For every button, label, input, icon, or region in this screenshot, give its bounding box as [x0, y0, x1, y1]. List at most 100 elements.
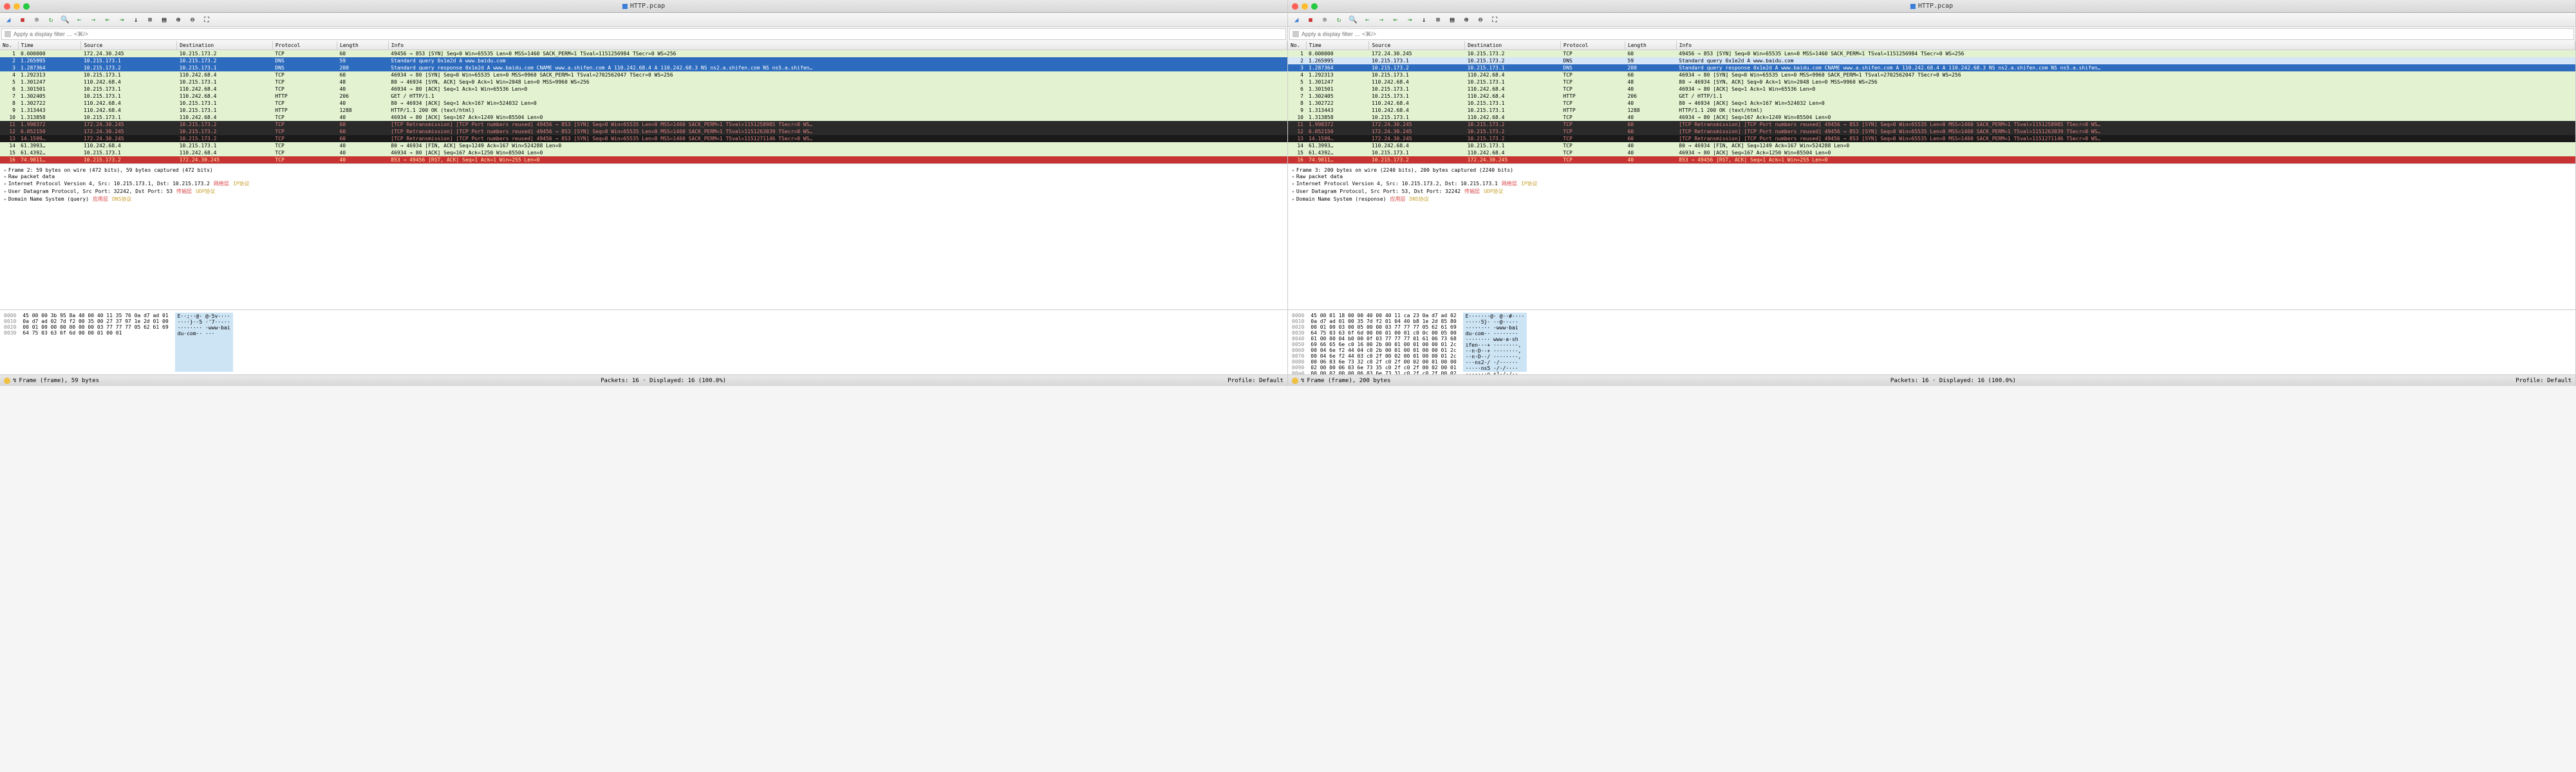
packet-row[interactable]: 81.302722110.242.68.410.215.173.1TCP4080…: [0, 100, 1287, 107]
zoom-in-icon[interactable]: ⊕: [1462, 15, 1471, 24]
packet-row[interactable]: 126.052150172.24.30.24510.215.173.2TCP60…: [0, 128, 1287, 135]
packet-row[interactable]: 101.31385810.215.173.1110.242.68.4TCP404…: [0, 114, 1287, 121]
bookmark-icon[interactable]: [5, 31, 11, 37]
packet-row[interactable]: 111.998372172.24.30.24510.215.173.2TCP60…: [0, 121, 1287, 128]
square-icon[interactable]: ◼: [18, 15, 27, 24]
packet-row[interactable]: 126.052150172.24.30.24510.215.173.2TCP60…: [1288, 128, 2575, 135]
arrow-left-icon[interactable]: ←: [1363, 15, 1372, 24]
expand-icon[interactable]: ▸: [1292, 174, 1295, 179]
minimize-icon[interactable]: [1302, 3, 1308, 10]
packet-row[interactable]: 1674.9811…10.215.173.2172.24.30.245TCP40…: [1288, 156, 2575, 163]
packet-row[interactable]: 81.302722110.242.68.410.215.173.1TCP4080…: [1288, 100, 2575, 107]
packet-row[interactable]: 91.313443110.242.68.410.215.173.1HTTP128…: [0, 107, 1287, 114]
detail-row[interactable]: ▸Raw packet data: [4, 174, 1283, 179]
hex-view[interactable]: 000000100020003045 00 00 3b 95 8a 40 00 …: [0, 310, 1287, 374]
fin-icon[interactable]: ◢: [4, 15, 13, 24]
zoom-fit-icon[interactable]: ⛶: [202, 15, 211, 24]
jump-right-icon[interactable]: ⇥: [117, 15, 126, 24]
detail-row[interactable]: ▸Frame 2: 59 bytes on wire (472 bits), 5…: [4, 167, 1283, 173]
packet-row[interactable]: 71.30240510.215.173.1110.242.68.4HTTP206…: [1288, 93, 2575, 100]
hex-view[interactable]: 0000001000200030004000500060007000800090…: [1288, 310, 2575, 374]
packet-list[interactable]: No.TimeSourceDestinationProtocolLengthIn…: [1288, 41, 2575, 164]
arrow-right-icon[interactable]: →: [89, 15, 98, 24]
search-icon[interactable]: 🔍: [61, 15, 70, 24]
zoom-out-icon[interactable]: ⊖: [188, 15, 197, 24]
zoom-in-icon[interactable]: ⊕: [174, 15, 183, 24]
column-header[interactable]: No.: [0, 41, 18, 50]
packet-row[interactable]: 1674.9811…10.215.173.2172.24.30.245TCP40…: [0, 156, 1287, 163]
zoom-out-icon[interactable]: ⊖: [1476, 15, 1485, 24]
column-header[interactable]: Length: [1625, 41, 1676, 50]
zoom-fit-icon[interactable]: ⛶: [1490, 15, 1499, 24]
expand-icon[interactable]: ▸: [1292, 167, 1295, 173]
packet-list[interactable]: No.TimeSourceDestinationProtocolLengthIn…: [0, 41, 1287, 164]
reload-icon[interactable]: ↻: [1334, 15, 1343, 24]
detail-row[interactable]: ▸User Datagram Protocol, Src Port: 32242…: [4, 188, 1283, 195]
bars2-icon[interactable]: ▤: [1448, 15, 1457, 24]
detail-row[interactable]: ▸Domain Name System (response)应用层DNS协议: [1292, 196, 2571, 203]
column-header[interactable]: Source: [81, 41, 177, 50]
packet-row[interactable]: 51.301247110.242.68.410.215.173.1TCP4880…: [0, 78, 1287, 86]
packet-row[interactable]: 101.31385810.215.173.1110.242.68.4TCP404…: [1288, 114, 2575, 121]
packet-row[interactable]: 1561.4392…10.215.173.1110.242.68.4TCP404…: [0, 149, 1287, 156]
column-header[interactable]: Info: [1676, 41, 2575, 50]
column-header[interactable]: Time: [1306, 41, 1369, 50]
packet-row[interactable]: 10.000000172.24.30.24510.215.173.2TCP604…: [1288, 50, 2575, 58]
column-header[interactable]: No.: [1288, 41, 1306, 50]
packet-details[interactable]: ▸Frame 2: 59 bytes on wire (472 bits), 5…: [0, 164, 1287, 310]
filter-input[interactable]: [1302, 31, 2571, 37]
jump-left-icon[interactable]: ⇤: [1391, 15, 1400, 24]
packet-row[interactable]: 71.30240510.215.173.1110.242.68.4HTTP206…: [0, 93, 1287, 100]
minimize-icon[interactable]: [14, 3, 20, 10]
packet-row[interactable]: 111.998372172.24.30.24510.215.173.2TCP60…: [1288, 121, 2575, 128]
xcircle-icon[interactable]: ⊗: [1320, 15, 1329, 24]
packet-row[interactable]: 1561.4392…10.215.173.1110.242.68.4TCP404…: [1288, 149, 2575, 156]
column-header[interactable]: Info: [388, 41, 1287, 50]
packet-row[interactable]: 41.29231310.215.173.1110.242.68.4TCP6046…: [1288, 71, 2575, 78]
zoom-icon[interactable]: [23, 3, 30, 10]
bookmark-icon[interactable]: [1293, 31, 1299, 37]
packet-row[interactable]: 41.29231310.215.173.1110.242.68.4TCP6046…: [0, 71, 1287, 78]
packet-row[interactable]: 1461.3993…110.242.68.410.215.173.1TCP408…: [0, 142, 1287, 149]
close-icon[interactable]: [4, 3, 10, 10]
packet-row[interactable]: 1314.1599…172.24.30.24510.215.173.2TCP60…: [1288, 135, 2575, 142]
arrow-right-icon[interactable]: →: [1377, 15, 1386, 24]
packet-row[interactable]: 1314.1599…172.24.30.24510.215.173.2TCP60…: [0, 135, 1287, 142]
expand-icon[interactable]: ▸: [4, 196, 7, 202]
reload-icon[interactable]: ↻: [46, 15, 55, 24]
packet-row[interactable]: 51.301247110.242.68.410.215.173.1TCP4880…: [1288, 78, 2575, 86]
close-icon[interactable]: [1292, 3, 1298, 10]
fin-icon[interactable]: ◢: [1292, 15, 1301, 24]
square-icon[interactable]: ◼: [1306, 15, 1315, 24]
packet-row[interactable]: 10.000000172.24.30.24510.215.173.2TCP604…: [0, 50, 1287, 58]
column-header[interactable]: Length: [337, 41, 388, 50]
column-header[interactable]: Destination: [1465, 41, 1561, 50]
detail-row[interactable]: ▸Domain Name System (query)应用层DNS协议: [4, 196, 1283, 203]
expand-icon[interactable]: ▸: [4, 174, 7, 179]
jump-right-icon[interactable]: ⇥: [1405, 15, 1414, 24]
detail-row[interactable]: ▸Internet Protocol Version 4, Src: 10.21…: [1292, 180, 2571, 187]
status-profile[interactable]: Profile: Default: [1227, 378, 1283, 384]
expert-icon[interactable]: ↯: [1301, 378, 1304, 384]
down-icon[interactable]: ↓: [131, 15, 140, 24]
bars2-icon[interactable]: ▤: [160, 15, 169, 24]
detail-row[interactable]: ▸User Datagram Protocol, Src Port: 53, D…: [1292, 188, 2571, 195]
bars-icon[interactable]: ≡: [1433, 15, 1442, 24]
filter-input[interactable]: [14, 31, 1283, 37]
packet-row[interactable]: 91.313443110.242.68.410.215.173.1HTTP128…: [1288, 107, 2575, 114]
xcircle-icon[interactable]: ⊗: [32, 15, 41, 24]
packet-row[interactable]: 61.30150110.215.173.1110.242.68.4TCP4046…: [0, 86, 1287, 93]
column-header[interactable]: Protocol: [272, 41, 337, 50]
column-header[interactable]: Protocol: [1560, 41, 1625, 50]
zoom-icon[interactable]: [1311, 3, 1318, 10]
expert-icon[interactable]: ↯: [13, 378, 16, 384]
expand-icon[interactable]: ▸: [1292, 188, 1295, 194]
jump-left-icon[interactable]: ⇤: [103, 15, 112, 24]
detail-row[interactable]: ▸Raw packet data: [1292, 174, 2571, 179]
down-icon[interactable]: ↓: [1419, 15, 1428, 24]
expand-icon[interactable]: ▸: [1292, 196, 1295, 202]
detail-row[interactable]: ▸Frame 3: 200 bytes on wire (2240 bits),…: [1292, 167, 2571, 173]
packet-row[interactable]: 31.28736410.215.173.210.215.173.1DNS200S…: [1288, 64, 2575, 71]
packet-row[interactable]: 61.30150110.215.173.1110.242.68.4TCP4046…: [1288, 86, 2575, 93]
column-header[interactable]: Source: [1369, 41, 1465, 50]
